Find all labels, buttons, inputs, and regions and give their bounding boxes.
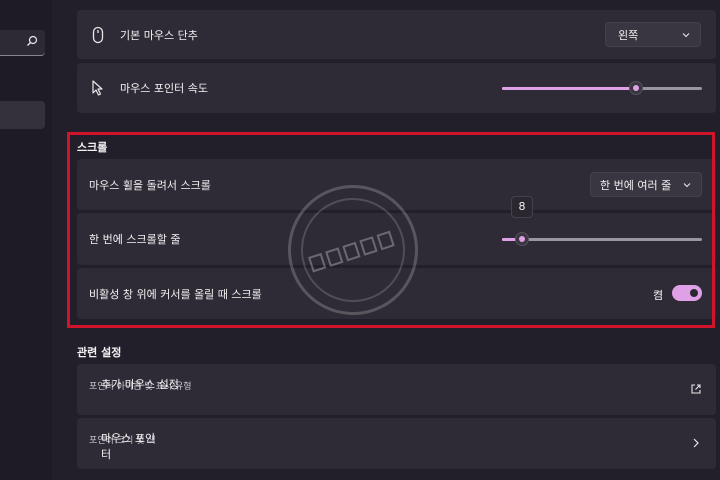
sidebar-selected-item[interactable] [0, 101, 45, 129]
pointer-speed-card: 마우스 포인터 속도 [77, 63, 716, 113]
slider-fill [502, 87, 636, 90]
related-section-title: 관련 설정 [77, 346, 122, 359]
slider-thumb[interactable] [629, 81, 643, 95]
external-link-icon [691, 384, 701, 394]
chevron-right-icon [693, 438, 699, 448]
primary-button-dropdown[interactable]: 왼쪽 [605, 22, 701, 47]
primary-button-value: 왼쪽 [618, 28, 639, 42]
primary-button-label: 기본 마우스 단추 [120, 28, 198, 42]
related-item-mouse-settings[interactable]: 추가 마우스 설정 포인터 아이콘 및 표시 유형 [77, 364, 716, 415]
highlight-box [67, 132, 715, 328]
related-item-title: 추가 마우스 설정 [101, 378, 179, 391]
pointer-speed-slider[interactable] [502, 81, 702, 95]
mouse-icon [92, 26, 104, 43]
chevron-down-icon [682, 32, 690, 37]
primary-button-card: 기본 마우스 단추 왼쪽 [77, 10, 716, 59]
sidebar [0, 0, 52, 480]
related-item-mouse-pointer[interactable]: 마우스 포인터 포인터 크기 및 색 [77, 418, 716, 469]
search-icon[interactable] [26, 35, 38, 47]
pointer-speed-label: 마우스 포인터 속도 [120, 82, 208, 95]
related-item-title: 마우스 포인터 [101, 432, 156, 461]
search-box[interactable] [0, 30, 45, 56]
cursor-icon [92, 80, 103, 96]
